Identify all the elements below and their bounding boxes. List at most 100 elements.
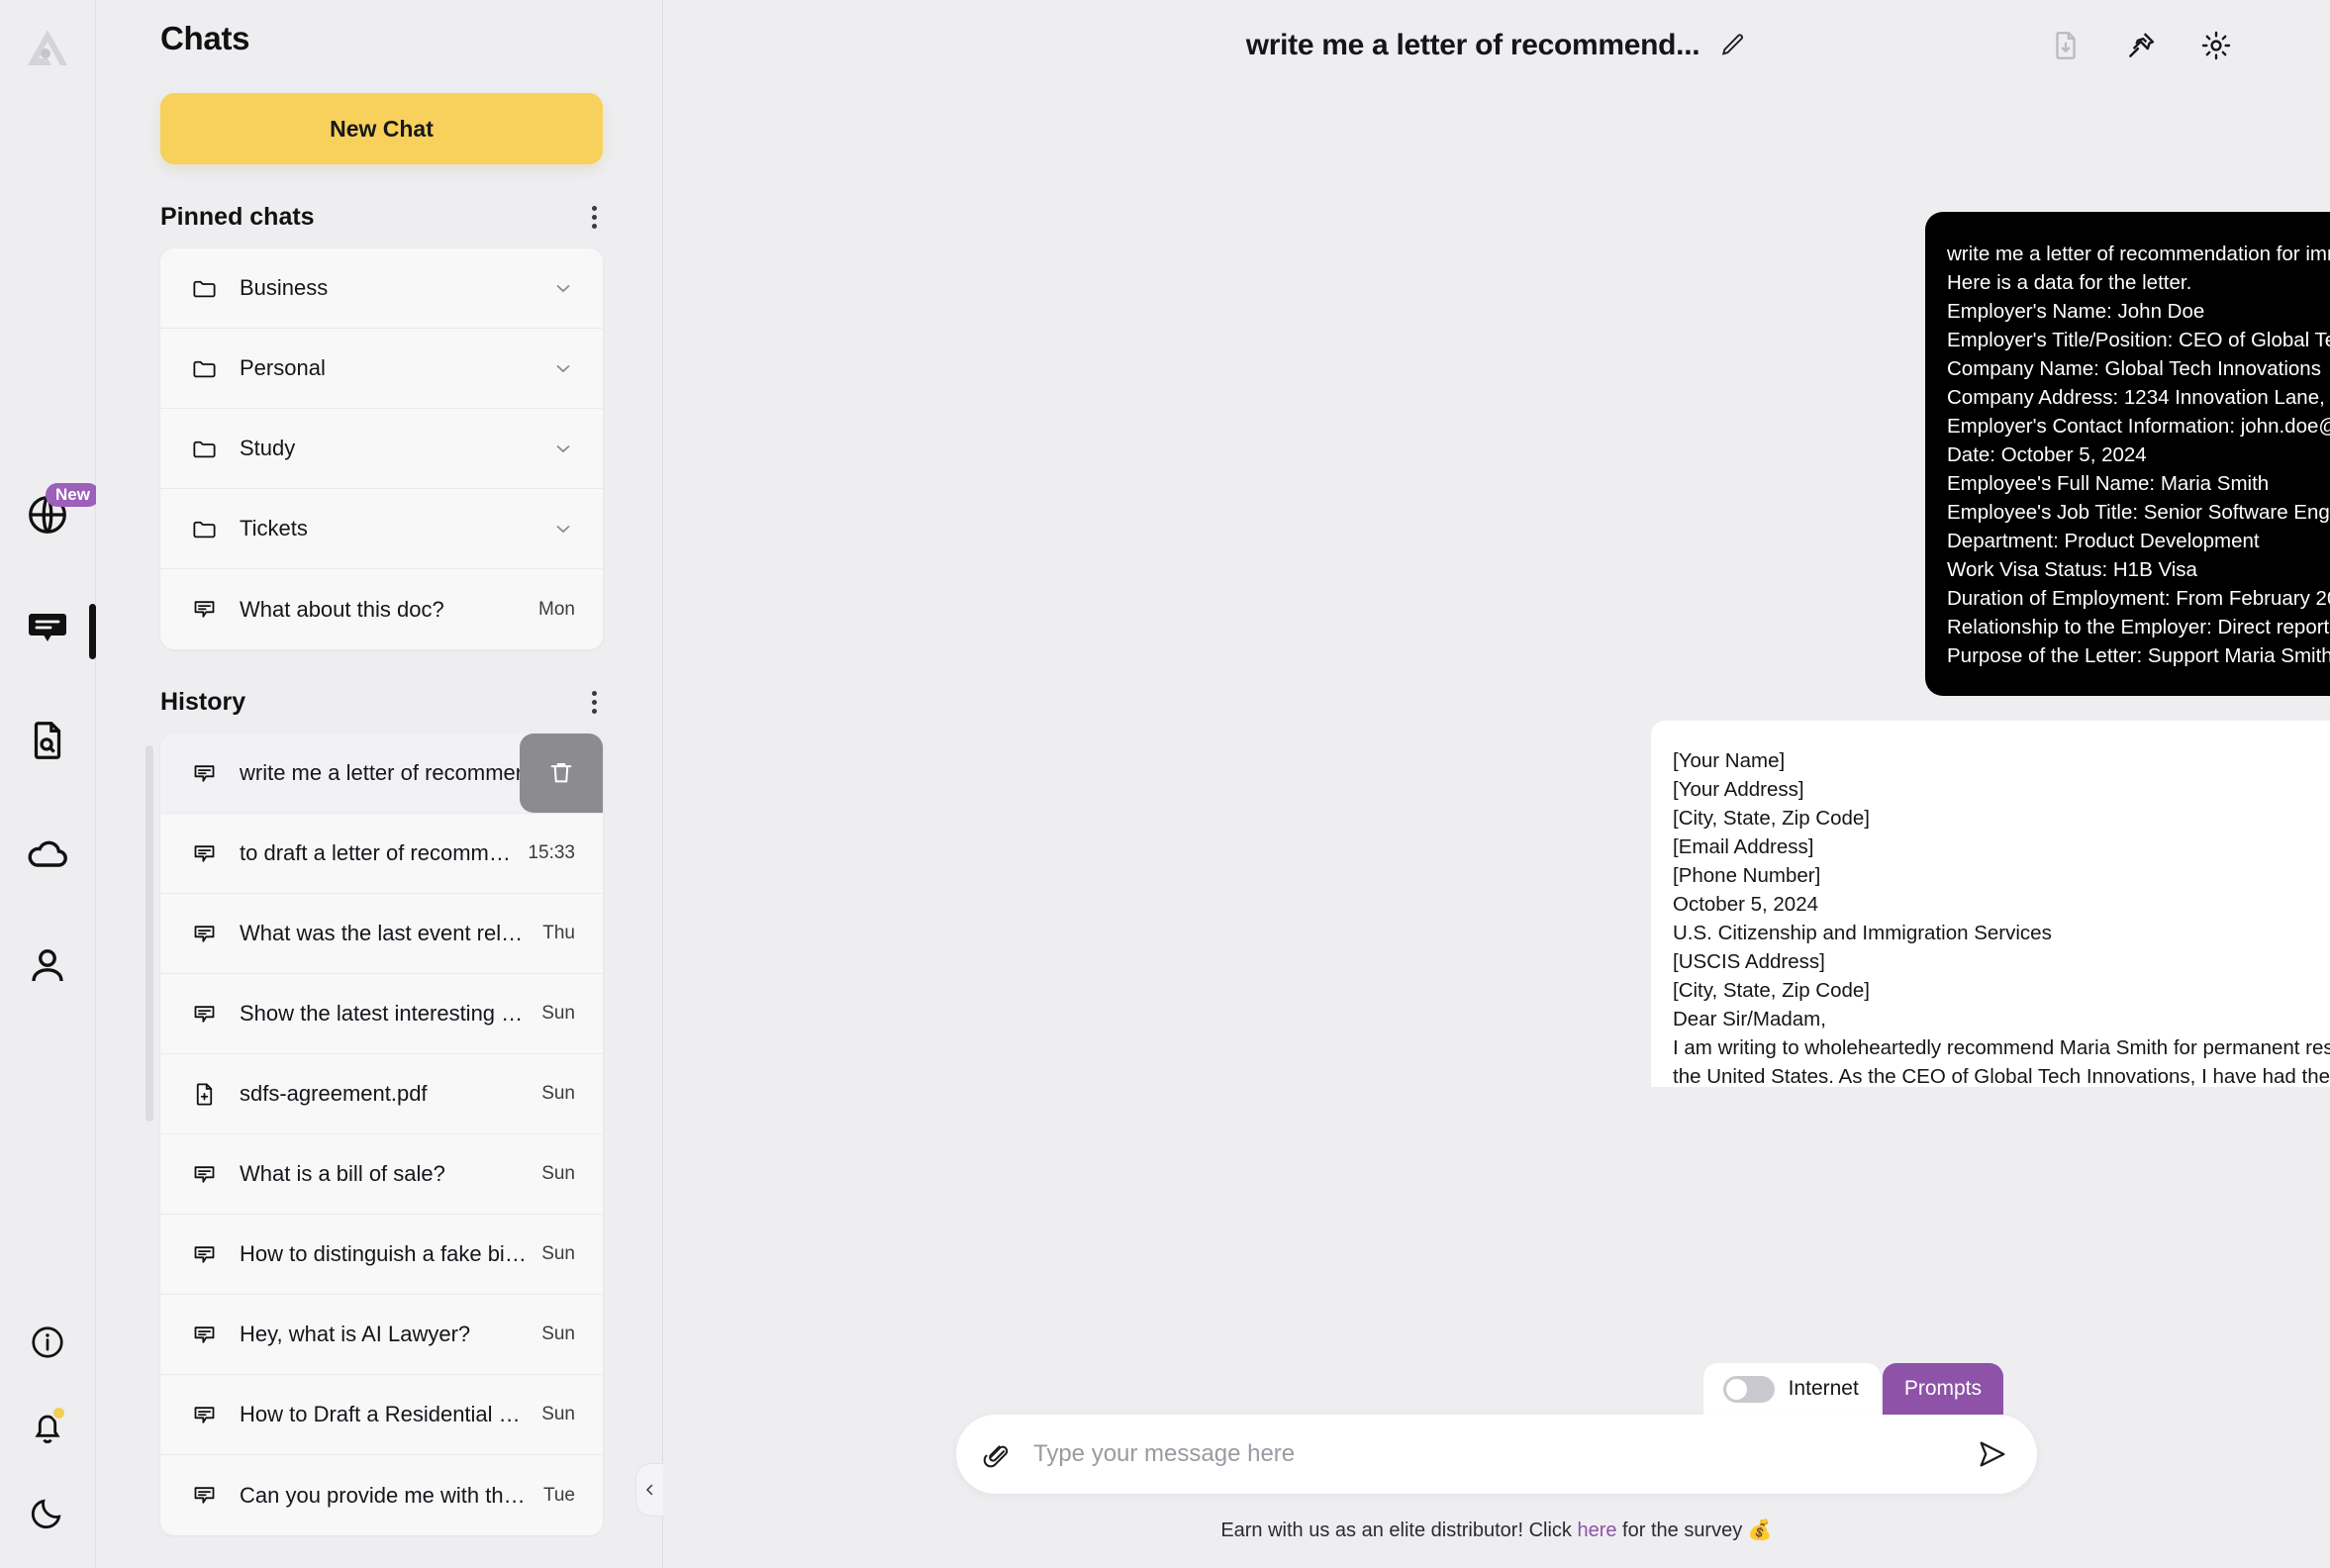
gear-icon[interactable] <box>2199 29 2233 62</box>
letter-line: [USCIS Address] <box>1673 950 1825 973</box>
promo-text-before: Earn with us as an elite distributor! Cl… <box>1220 1519 1578 1541</box>
history-item[interactable]: Can you provide me with the latest updat… <box>160 1455 603 1535</box>
survey-link[interactable]: here <box>1577 1519 1616 1541</box>
rail-item-info[interactable] <box>22 1317 73 1368</box>
list-item[interactable]: Personal <box>160 329 603 409</box>
chat-icon <box>188 596 220 623</box>
list-item[interactable]: What about this doc? Mon <box>160 569 603 649</box>
list-item[interactable]: Tickets <box>160 489 603 569</box>
toggle-switch[interactable] <box>1722 1375 1775 1403</box>
history-header: History <box>96 649 662 734</box>
history-item-selected[interactable]: write me a letter of recommendation for.… <box>160 734 603 814</box>
history-list: write me a letter of recommendation for.… <box>160 734 603 1535</box>
history-item-label: What was the last event related to the P… <box>240 921 529 945</box>
history-item[interactable]: Hey, what is AI Lawyer? Sun <box>160 1295 603 1375</box>
internet-toggle[interactable]: Internet <box>1702 1363 1881 1415</box>
download-document-icon[interactable] <box>2049 29 2083 62</box>
new-badge: New <box>46 483 100 507</box>
history-item-label: Hey, what is AI Lawyer? <box>240 1322 471 1346</box>
message-input-bar <box>956 1415 2037 1494</box>
history-item[interactable]: to draft a letter of recommendation for … <box>160 814 603 894</box>
header-actions <box>2049 29 2233 62</box>
prompts-tab[interactable]: Prompts <box>1882 1363 2003 1415</box>
history-item-label: Show the latest interesting news or upda… <box>240 1001 528 1026</box>
history-item-label: What is a bill of sale? <box>240 1161 445 1186</box>
history-item-time: Sun <box>541 1003 575 1024</box>
message-input[interactable] <box>1033 1440 1976 1468</box>
history-item[interactable]: sdfs-agreement.pdf Sun <box>160 1054 603 1134</box>
list-item[interactable]: Business <box>160 248 603 329</box>
chat-icon <box>188 760 220 787</box>
file-add-icon <box>188 1081 220 1108</box>
rail-item-chat[interactable] <box>22 602 73 653</box>
folder-icon <box>188 275 220 302</box>
chevron-down-icon[interactable] <box>551 517 575 540</box>
list-item[interactable]: Study <box>160 409 603 489</box>
list-item-label: Business <box>240 275 329 300</box>
chevron-down-icon[interactable] <box>551 276 575 300</box>
composer: Internet Prompts Earn with us as an elit… <box>663 1363 2330 1568</box>
chat-icon <box>188 1482 220 1509</box>
history-item-time: Sun <box>541 1404 575 1424</box>
history-item-label: sdfs-agreement.pdf <box>240 1081 428 1106</box>
delete-chat-button[interactable] <box>520 734 603 813</box>
rail-item-cloud[interactable] <box>22 828 73 879</box>
chats-panel: Chats New Chat Pinned chats Business Per… <box>96 0 663 1568</box>
user-message-line: Work Visa Status: H1B Visa <box>1947 558 2197 581</box>
list-item-label: Tickets <box>240 516 308 540</box>
promo-text-after: for the survey 💰 <box>1616 1519 1773 1541</box>
user-message-line: Date: October 5, 2024 <box>1947 443 2147 466</box>
promo-footer: Earn with us as an elite distributor! Cl… <box>663 1518 2330 1542</box>
chevron-down-icon[interactable] <box>551 437 575 460</box>
history-scrollbar[interactable] <box>146 745 153 1122</box>
history-scroll-area: write me a letter of recommendation for.… <box>96 734 662 1568</box>
history-item-label: How to distinguish a fake bill of sale f… <box>240 1241 528 1266</box>
user-message-line: Company Name: Global Tech Innovations <box>1947 357 2321 380</box>
pinned-chats-menu-icon[interactable] <box>588 202 601 233</box>
folder-icon <box>188 516 220 542</box>
user-message-line: Duration of Employment: From February 20… <box>1947 587 2330 610</box>
user-message-line: Purpose of the Letter: Support Maria Smi… <box>1947 644 2330 667</box>
collapse-panel-button[interactable] <box>635 1463 663 1517</box>
folder-icon <box>188 355 220 382</box>
rail-item-user[interactable] <box>22 940 73 992</box>
rail-item-globe[interactable]: New <box>22 483 100 540</box>
rail-secondary-nav <box>22 1317 73 1538</box>
history-item[interactable]: What was the last event related to the P… <box>160 894 603 974</box>
rail-item-notifications[interactable] <box>22 1402 73 1453</box>
list-item-label: Study <box>240 436 296 460</box>
user-message-line: Employee's Job Title: Senior Software En… <box>1947 501 2330 524</box>
history-item[interactable]: What is a bill of sale? Sun <box>160 1134 603 1215</box>
user-message-line: Employer's Name: John Doe <box>1947 300 2205 323</box>
list-item-label: Personal <box>240 355 326 380</box>
paperclip-icon[interactable] <box>982 1439 1012 1469</box>
pin-icon[interactable] <box>2124 29 2158 62</box>
rail-item-document-search[interactable] <box>22 715 73 766</box>
chat-icon <box>188 1241 220 1268</box>
page-title: Chats <box>160 20 250 56</box>
chevron-down-icon[interactable] <box>551 356 575 380</box>
chat-icon <box>188 840 220 867</box>
letter-line: U.S. Citizenship and Immigration Service… <box>1673 922 2052 944</box>
send-icon[interactable] <box>1976 1437 2009 1471</box>
chat-header: write me a letter of recommend... <box>663 0 2330 91</box>
rail-item-dark-mode[interactable] <box>22 1487 73 1538</box>
new-chat-button[interactable]: New Chat <box>160 93 603 164</box>
history-item[interactable]: How to distinguish a fake bill of sale f… <box>160 1215 603 1295</box>
main-chat-area: write me a letter of recommend... write … <box>663 0 2330 1568</box>
notification-dot <box>51 1406 66 1421</box>
chat-icon <box>188 921 220 947</box>
user-message-line: Department: Product Development <box>1947 530 2260 552</box>
icon-rail: New <box>0 0 100 1568</box>
history-item[interactable]: Show the latest interesting news or upda… <box>160 974 603 1054</box>
letter-line: [Your Address] <box>1673 778 1804 801</box>
pencil-icon[interactable] <box>1717 31 1747 60</box>
list-item-label: What about this doc? <box>240 596 444 622</box>
history-menu-icon[interactable] <box>588 687 601 718</box>
letter-line: Dear Sir/Madam, <box>1673 1008 1826 1030</box>
user-message-line: Employee's Full Name: Maria Smith <box>1947 472 2270 495</box>
letter-line: [Phone Number] <box>1673 864 1821 887</box>
pinned-chats-header: Pinned chats <box>96 164 662 248</box>
history-item[interactable]: How to Draft a Residential Lease Agreem.… <box>160 1375 603 1455</box>
app-logo <box>22 22 73 73</box>
